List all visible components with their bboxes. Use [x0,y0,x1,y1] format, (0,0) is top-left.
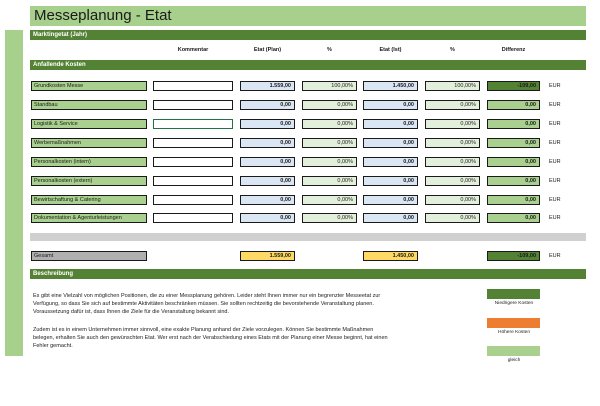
diff-cell[interactable]: 0,00 [487,119,540,129]
plan-pct-cell[interactable]: 0,00% [302,176,357,186]
unit-label: EUR [549,121,561,127]
column-header-etat-ist: Etat (Ist) [379,47,402,53]
unit-label: EUR [549,197,561,203]
section-label-beschreibung: Beschreibung [33,271,74,277]
ist-pct-cell[interactable]: 0,00% [425,100,480,110]
total-plan-cell[interactable]: 1.559,00 [240,251,295,261]
row-label[interactable]: Logistik & Service [31,119,147,129]
diff-cell[interactable]: 0,00 [487,195,540,205]
ist-pct-cell[interactable]: 0,00% [425,213,480,223]
comment-input[interactable] [153,157,233,167]
ist-pct-cell[interactable]: 0,00% [425,119,480,129]
ist-pct-cell[interactable]: 100,00% [425,81,480,91]
plan-cell[interactable]: 0,00 [240,100,295,110]
column-header-etat-plan: Etat (Plan) [253,47,282,53]
plan-pct-cell[interactable]: 0,00% [302,138,357,148]
description-line: Voraussetzung dafür ist, dass Ihnen die … [33,309,229,315]
description-line: Verfügung, so dass Sie sich auf bestimmt… [33,301,374,307]
section-label-marktingetat: Marktingetat (Jahr) [33,32,88,38]
legend-label-higher: Höhere Kosten [498,330,530,335]
ist-pct-cell[interactable]: 0,00% [425,176,480,186]
column-header-pct-plan: % [327,47,332,53]
plan-pct-cell[interactable]: 0,00% [302,157,357,167]
plan-cell[interactable]: 0,00 [240,157,295,167]
row-label[interactable]: Dokumentation & Agenturleistungen [31,213,147,223]
unit-label: EUR [549,159,561,165]
ist-cell[interactable]: 0,00 [363,195,418,205]
comment-input[interactable] [153,213,233,223]
plan-pct-cell[interactable]: 0,00% [302,213,357,223]
title-bar: Messeplanung - Etat [30,6,586,26]
unit-label: EUR [549,140,561,146]
column-header-pct-ist: % [450,47,455,53]
legend-swatch-equal [487,346,540,356]
row-label[interactable]: Bewirtschaftung & Catering [31,195,147,205]
separator-band [30,233,586,241]
diff-cell[interactable]: 0,00 [487,100,540,110]
total-diff-cell[interactable]: -109,00 [487,251,540,261]
diff-cell[interactable]: -109,00 [487,81,540,91]
comment-input[interactable] [153,100,233,110]
left-stripe [5,30,23,356]
diff-cell[interactable]: 0,00 [487,157,540,167]
plan-cell[interactable]: 0,00 [240,195,295,205]
unit-label: EUR [549,215,561,221]
ist-cell[interactable]: 0,00 [363,138,418,148]
ist-cell[interactable]: 0,00 [363,119,418,129]
section-header-kosten: Anfallende Kosten [30,60,586,70]
legend-label-lower: Niedrigere Kosten [494,301,534,306]
total-ist-cell[interactable]: 1.450,00 [363,251,418,261]
row-label[interactable]: Standbau [31,100,147,110]
plan-pct-cell[interactable]: 0,00% [302,100,357,110]
ist-cell[interactable]: 0,00 [363,100,418,110]
ist-pct-cell[interactable]: 0,00% [425,157,480,167]
ist-pct-cell[interactable]: 0,00% [425,195,480,205]
page-title: Messeplanung - Etat [34,7,172,24]
unit-label: EUR [549,83,561,89]
description-line: Zudem ist es in einem Unternehmen immer … [33,327,374,333]
diff-cell[interactable]: 0,00 [487,213,540,223]
description-line: Es gibt eine Vielzahl von möglichen Posi… [33,293,381,299]
plan-pct-cell[interactable]: 0,00% [302,119,357,129]
diff-cell[interactable]: 0,00 [487,138,540,148]
comment-input[interactable] [153,176,233,186]
comment-input[interactable] [153,138,233,148]
diff-cell[interactable]: 0,00 [487,176,540,186]
ist-cell[interactable]: 0,00 [363,213,418,223]
ist-pct-cell[interactable]: 0,00% [425,138,480,148]
ist-cell[interactable]: 1.450,00 [363,81,418,91]
total-label[interactable]: Gesamt [31,251,147,261]
comment-input[interactable] [153,119,233,129]
row-label[interactable]: Personalkosten (intern) [31,157,147,167]
section-header-beschreibung: Beschreibung [30,269,586,279]
unit-label: EUR [549,102,561,108]
total-unit-label: EUR [549,253,561,259]
column-header-differenz: Differenz [501,47,526,53]
section-header-marktingetat: Marktingetat (Jahr) [30,30,586,40]
comment-input[interactable] [153,195,233,205]
description-line: Fehler gemacht. [33,343,73,349]
column-header-kommentar: Kommentar [177,47,209,53]
legend-label-equal: gleich [507,358,521,363]
plan-cell[interactable]: 1.559,00 [240,81,295,91]
row-label[interactable]: Werbemaßnahmen [31,138,147,148]
plan-cell[interactable]: 0,00 [240,213,295,223]
plan-cell[interactable]: 0,00 [240,138,295,148]
plan-cell[interactable]: 0,00 [240,176,295,186]
plan-pct-cell[interactable]: 100,00% [302,81,357,91]
row-label[interactable]: Grundkosten Messe [31,81,147,91]
plan-pct-cell[interactable]: 0,00% [302,195,357,205]
plan-cell[interactable]: 0,00 [240,119,295,129]
ist-cell[interactable]: 0,00 [363,176,418,186]
legend-swatch-lower [487,289,540,299]
description-line: belegen, erhalten Sie auch den gewünscht… [33,335,388,341]
unit-label: EUR [549,178,561,184]
section-label-kosten: Anfallende Kosten [33,62,86,68]
row-label[interactable]: Personalkosten (extern) [31,176,147,186]
legend-swatch-higher [487,318,540,328]
comment-input[interactable] [153,81,233,91]
ist-cell[interactable]: 0,00 [363,157,418,167]
